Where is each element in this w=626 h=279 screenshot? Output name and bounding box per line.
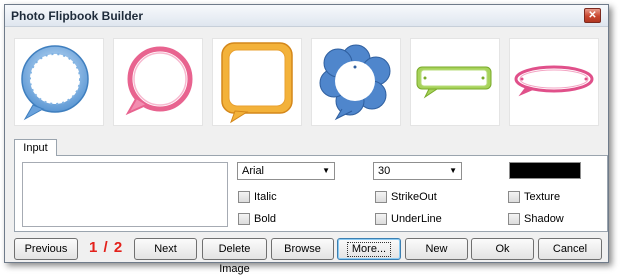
thumbnail-blue-flower-bubble[interactable] (311, 38, 401, 126)
thumbnail-round-dotted-frame[interactable] (14, 38, 104, 126)
thumbnail-pink-round-bubble[interactable] (113, 38, 203, 126)
cancel-button[interactable]: Cancel (538, 238, 602, 260)
checkbox-box (508, 213, 520, 225)
close-icon: ✕ (588, 10, 597, 21)
texture-label: Texture (524, 191, 561, 203)
bold-label: Bold (254, 213, 277, 225)
delete-image-button-label: Delete Image (218, 243, 251, 275)
italic-label: Italic (254, 191, 277, 203)
checkbox-box (238, 213, 250, 225)
font-size-value: 30 (378, 165, 391, 177)
window-title: Photo Flipbook Builder (11, 9, 143, 23)
checkbox-box (238, 191, 250, 203)
delete-image-button[interactable]: Delete Image (202, 238, 267, 275)
round-dotted-frame-icon (21, 45, 89, 121)
browse-button-label: Browse (284, 243, 321, 255)
thumbnail-pink-oval-bubble[interactable] (509, 38, 599, 126)
underline-label: UnderLine (391, 213, 442, 225)
next-button[interactable]: Next (134, 238, 197, 260)
page-counter: 1 / 2 (89, 238, 123, 258)
photo-flipbook-builder-window: Photo Flipbook Builder ✕ Input Arial ▼ 3… (4, 4, 609, 275)
thumbnail-green-rectangle-bubble[interactable] (410, 38, 500, 126)
font-select-value: Arial (242, 165, 265, 177)
pink-oval-bubble-icon (514, 65, 594, 97)
checkbox-box (375, 213, 387, 225)
bubble-thumbnail-strip (14, 38, 604, 126)
shadow-label: Shadow (524, 213, 564, 225)
page-separator: / (103, 239, 109, 256)
chevron-down-icon: ▼ (449, 166, 457, 175)
font-select[interactable]: Arial ▼ (237, 162, 335, 180)
chevron-down-icon: ▼ (322, 166, 330, 175)
orange-square-bubble-icon (221, 42, 293, 124)
input-panel: Arial ▼ 30 ▼ Italic Bold StrikeOut Under… (14, 155, 608, 232)
current-page: 1 (89, 239, 99, 256)
ok-button[interactable]: Ok (471, 238, 534, 260)
browse-button[interactable]: Browse (271, 238, 334, 260)
total-pages: 2 (113, 239, 124, 256)
title-bar: Photo Flipbook Builder ✕ (5, 5, 608, 27)
checkbox-box (508, 191, 520, 203)
more-button[interactable]: More... (337, 238, 401, 260)
new-button[interactable]: New (405, 238, 468, 260)
close-button[interactable]: ✕ (584, 8, 601, 23)
ok-button-label: Ok (495, 243, 510, 255)
cancel-button-label: Cancel (552, 243, 588, 255)
checkbox-box (375, 191, 387, 203)
previous-button[interactable]: Previous (14, 238, 78, 260)
text-color-picker[interactable] (509, 162, 581, 179)
green-rectangle-bubble-icon (416, 66, 492, 99)
font-size-select[interactable]: 30 ▼ (373, 162, 462, 180)
more-button-label: More... (346, 242, 392, 257)
new-button-label: New (425, 243, 448, 255)
strikeout-label: StrikeOut (391, 191, 437, 203)
tab-input-label: Input (23, 142, 48, 154)
thumbnail-orange-square-bubble[interactable] (212, 38, 302, 126)
tab-input[interactable]: Input (14, 139, 57, 156)
previous-button-label: Previous (24, 243, 68, 255)
bubble-text-input[interactable] (22, 162, 228, 227)
next-button-label: Next (154, 243, 177, 255)
pink-speech-bubble-icon (125, 46, 193, 116)
blue-flower-bubble-icon (319, 44, 391, 121)
